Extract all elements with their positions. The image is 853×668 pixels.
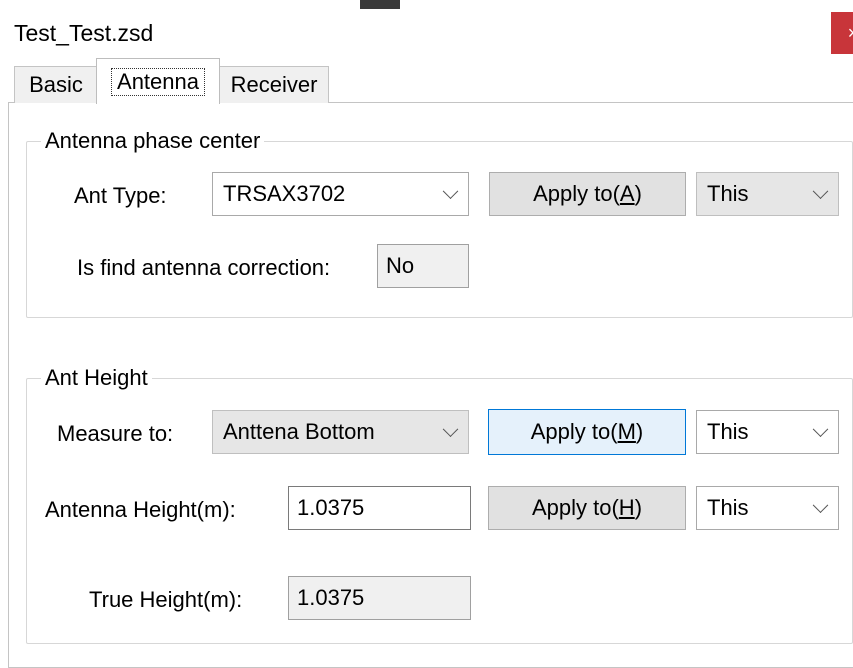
measure-scope-value: This bbox=[707, 419, 749, 444]
ant-type-label: Ant Type: bbox=[74, 183, 167, 208]
true-height-value: 1.0375 bbox=[297, 585, 365, 610]
apply-label-end: ) bbox=[634, 495, 643, 520]
ant-type-scope-value: This bbox=[707, 181, 749, 206]
apply-to-a-button[interactable]: Apply to(A) bbox=[489, 172, 686, 216]
correction-value: No bbox=[386, 253, 415, 278]
measure-to-select[interactable]: Anttena Bottom bbox=[212, 410, 469, 454]
apply-accelerator: H bbox=[618, 495, 635, 520]
ant-height-legend: Ant Height bbox=[41, 365, 152, 391]
height-scope-value: This bbox=[707, 495, 749, 520]
measure-to-value: Anttena Bottom bbox=[223, 419, 375, 444]
chevron-down-icon bbox=[812, 183, 829, 200]
apply-label: Apply to( bbox=[533, 181, 620, 206]
tab-basic[interactable]: Basic bbox=[14, 66, 98, 103]
chevron-down-icon bbox=[442, 183, 459, 200]
height-scope-select[interactable]: This bbox=[696, 486, 839, 530]
ant-type-value: TRSAX3702 bbox=[223, 181, 346, 206]
apply-label-end: ) bbox=[634, 181, 642, 206]
true-height-field: 1.0375 bbox=[288, 576, 471, 620]
ant-type-select[interactable]: TRSAX3702 bbox=[212, 172, 469, 216]
antenna-height-input[interactable]: 1.0375 bbox=[288, 486, 471, 530]
chevron-down-icon bbox=[812, 421, 829, 438]
tab-receiver[interactable]: Receiver bbox=[219, 66, 329, 103]
chevron-down-icon bbox=[812, 497, 829, 514]
antenna-phase-center-legend: Antenna phase center bbox=[41, 128, 265, 154]
chevron-down-icon bbox=[442, 421, 459, 438]
apply-to-m-button[interactable]: Apply to(M) bbox=[488, 409, 686, 455]
true-height-label: True Height(m): bbox=[89, 587, 243, 612]
ant-type-scope-select[interactable]: This bbox=[696, 172, 839, 216]
antenna-phase-center-group bbox=[26, 141, 853, 318]
apply-label: Apply to( bbox=[531, 495, 619, 520]
tab-basic-label: Basic bbox=[29, 72, 83, 97]
correction-field: No bbox=[377, 244, 469, 288]
correction-label: Is find antenna correction: bbox=[77, 255, 331, 280]
close-button[interactable]: × bbox=[831, 12, 853, 54]
measure-scope-select[interactable]: This bbox=[696, 410, 839, 454]
apply-to-h-button[interactable]: Apply to(H) bbox=[488, 486, 686, 530]
antenna-height-value: 1.0375 bbox=[297, 495, 365, 520]
apply-accelerator: A bbox=[619, 181, 635, 206]
tab-antenna-label: Antenna bbox=[111, 67, 205, 96]
tab-antenna[interactable]: Antenna bbox=[96, 58, 220, 104]
window-title: Test_Test.zsd bbox=[14, 20, 154, 46]
tab-receiver-label: Receiver bbox=[230, 72, 318, 97]
background-window-edge bbox=[360, 0, 400, 9]
close-icon: × bbox=[847, 22, 853, 43]
measure-to-label: Measure to: bbox=[57, 421, 174, 446]
apply-label-end: ) bbox=[635, 419, 644, 444]
apply-label: Apply to( bbox=[530, 419, 618, 444]
apply-accelerator: M bbox=[617, 419, 636, 444]
antenna-height-label: Antenna Height(m): bbox=[45, 497, 236, 522]
